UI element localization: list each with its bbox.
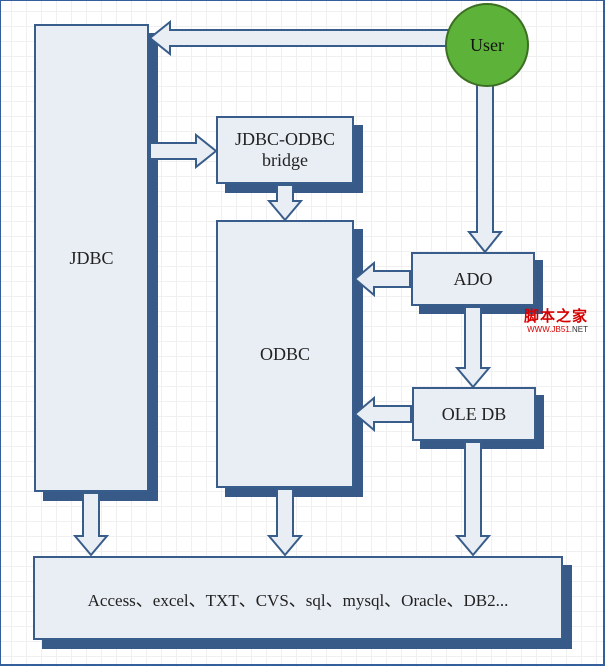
jdbc-odbc-bridge-box: JDBC-ODBC bridge	[216, 116, 354, 184]
ado-label: ADO	[454, 269, 493, 290]
odbc-label: ODBC	[260, 344, 310, 365]
odbc-box: ODBC	[216, 220, 354, 488]
jdbc-odbc-bridge-label: JDBC-ODBC bridge	[235, 129, 335, 171]
user-label: User	[470, 35, 504, 56]
watermark: 脚本之家 WWW.JB51.NET	[524, 309, 588, 334]
datasources-label: Access、excel、TXT、CVS、sql、mysql、Oracle、DB…	[88, 586, 509, 611]
watermark-cn: 脚本之家	[524, 309, 588, 326]
jdbc-label: JDBC	[69, 248, 113, 269]
user-node: User	[445, 3, 529, 87]
ado-box: ADO	[411, 252, 535, 306]
jdbc-box: JDBC	[34, 24, 149, 492]
ole-db-box: OLE DB	[412, 387, 536, 441]
ole-db-label: OLE DB	[442, 404, 507, 425]
datasources-box: Access、excel、TXT、CVS、sql、mysql、Oracle、DB…	[33, 556, 563, 640]
watermark-url: WWW.JB51.NET	[524, 326, 588, 335]
